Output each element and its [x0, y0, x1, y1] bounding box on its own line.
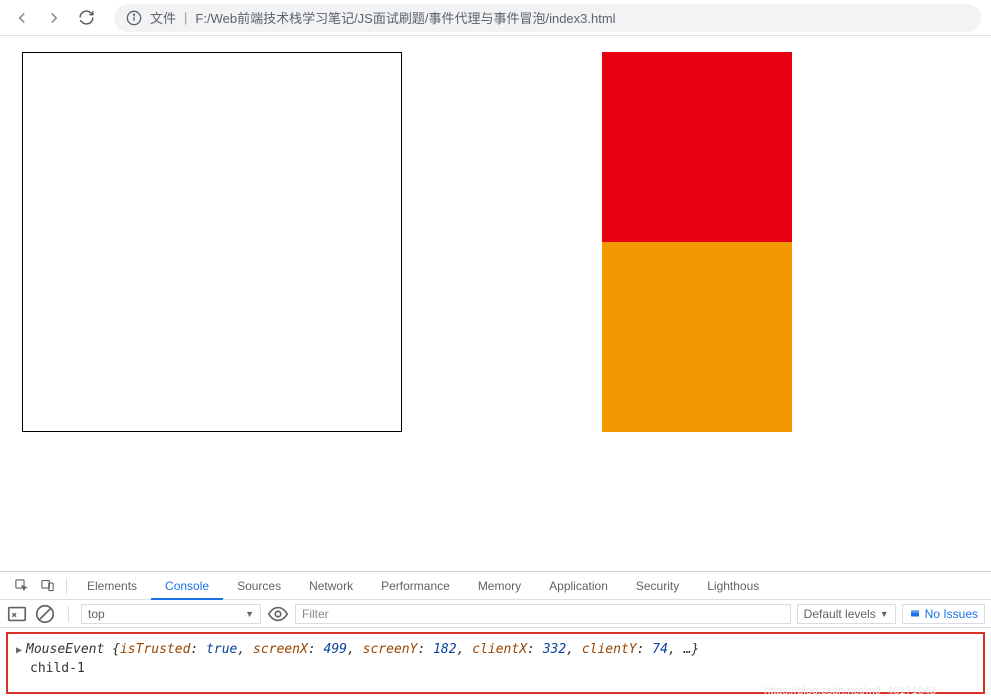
device-toggle-icon[interactable] — [34, 573, 60, 599]
inspect-icon[interactable] — [8, 573, 34, 599]
console-log-text[interactable]: child-1 — [16, 659, 975, 678]
console-log-object[interactable]: ▶ MouseEvent {isTrusted: true, screenX: … — [16, 640, 975, 659]
page-viewport — [0, 36, 991, 542]
info-icon — [126, 10, 142, 26]
url-separator: | — [184, 10, 187, 25]
console-toolbar: top ▼ Filter Default levels ▼ No Issues — [0, 600, 991, 628]
url-text: F:/Web前端技术栈学习笔记/JS面试刷题/事件代理与事件冒泡/index3.… — [195, 8, 615, 27]
context-value: top — [88, 607, 105, 621]
browser-chrome: 文件 | F:/Web前端技术栈学习笔记/JS面试刷题/事件代理与事件冒泡/in… — [0, 0, 991, 36]
empty-box[interactable] — [22, 52, 402, 432]
issues-indicator[interactable]: No Issues — [902, 604, 985, 624]
filter-input[interactable]: Filter — [295, 604, 791, 624]
tab-network[interactable]: Network — [295, 572, 367, 600]
sidebar-toggle-icon[interactable] — [6, 603, 28, 625]
tab-console[interactable]: Console — [151, 572, 223, 600]
orange-block[interactable] — [602, 242, 792, 432]
tab-elements[interactable]: Elements — [73, 572, 151, 600]
devtools-panel: Elements Console Sources Network Perform… — [0, 571, 991, 700]
expand-icon[interactable]: ▶ — [16, 645, 22, 656]
color-box — [602, 52, 792, 432]
address-bar[interactable]: 文件 | F:/Web前端技术栈学习笔记/JS面试刷题/事件代理与事件冒泡/in… — [114, 4, 981, 32]
tab-lighthouse[interactable]: Lighthous — [693, 572, 773, 600]
back-button[interactable] — [10, 6, 34, 30]
tab-performance[interactable]: Performance — [367, 572, 464, 600]
forward-button[interactable] — [42, 6, 66, 30]
filter-placeholder: Filter — [302, 607, 329, 621]
reload-button[interactable] — [74, 6, 98, 30]
eye-icon[interactable] — [267, 603, 289, 625]
tab-security[interactable]: Security — [622, 572, 693, 600]
log-levels-selector[interactable]: Default levels ▼ — [797, 604, 896, 624]
tab-application[interactable]: Application — [535, 572, 622, 600]
console-output[interactable]: ▶ MouseEvent {isTrusted: true, screenX: … — [6, 632, 985, 694]
context-selector[interactable]: top ▼ — [81, 604, 261, 624]
url-file-label: 文件 — [150, 8, 176, 27]
tab-separator — [66, 578, 67, 594]
toolbar-separator — [68, 606, 69, 622]
chevron-down-icon: ▼ — [880, 609, 889, 619]
chevron-down-icon: ▼ — [245, 609, 254, 619]
red-block[interactable] — [602, 52, 792, 242]
levels-label: Default levels — [804, 607, 876, 621]
clear-console-icon[interactable] — [34, 603, 56, 625]
devtools-tabs: Elements Console Sources Network Perform… — [0, 572, 991, 600]
class-name: MouseEvent — [26, 642, 104, 657]
tab-sources[interactable]: Sources — [223, 572, 295, 600]
tab-memory[interactable]: Memory — [464, 572, 535, 600]
issues-icon — [909, 608, 921, 620]
issues-label: No Issues — [925, 607, 978, 621]
